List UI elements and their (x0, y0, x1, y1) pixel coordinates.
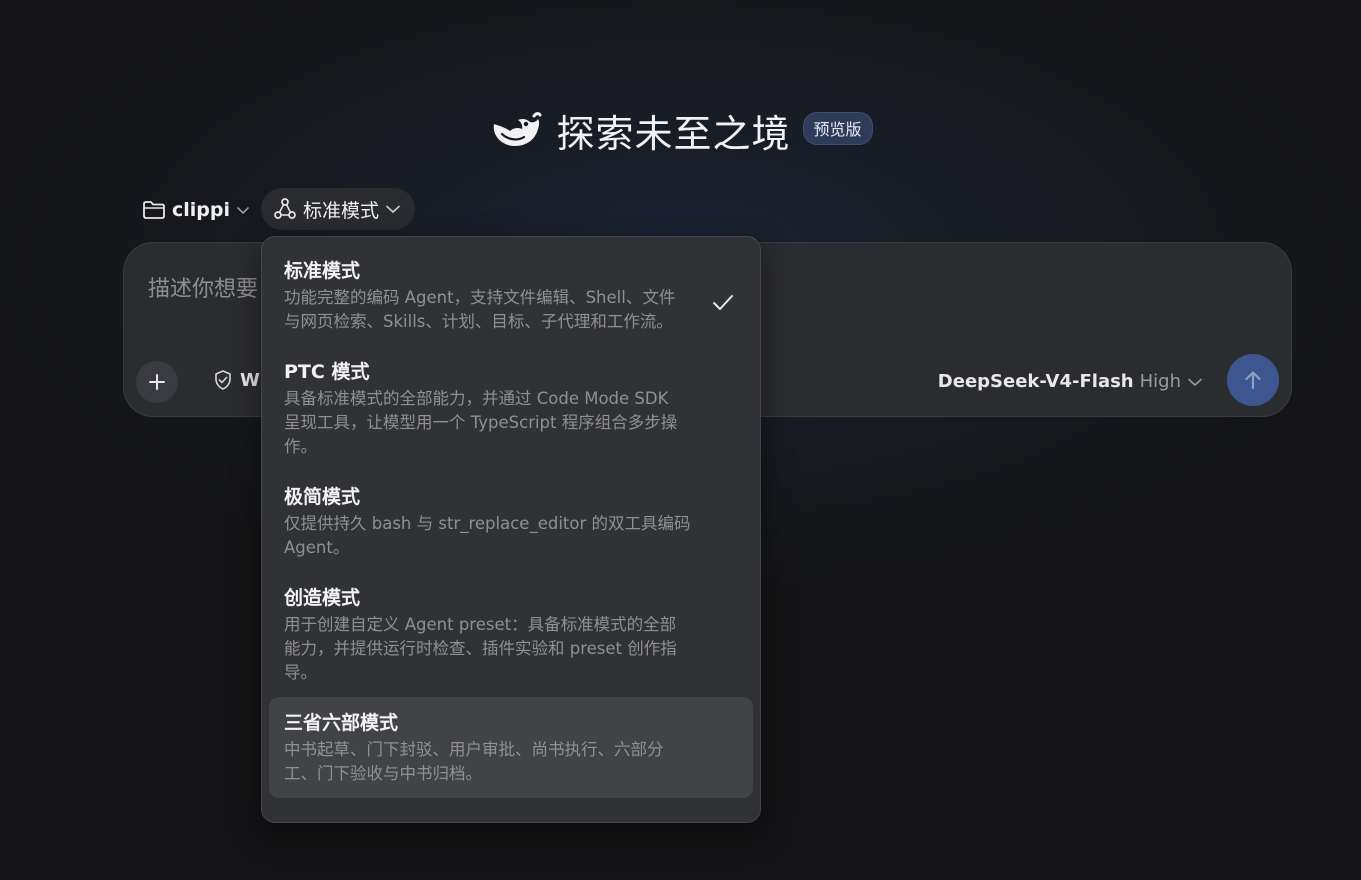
description-line: 工、门下验收与中书归档。 (284, 764, 482, 783)
mode-option-description: 具备标准模式的全部能力，并通过 Code Mode SDK 呈现工具，让模型用一个… (284, 387, 701, 459)
project-selector[interactable]: clippi (134, 192, 258, 228)
hero-title: 探索未至之境 (556, 111, 791, 156)
mode-option[interactable]: PTC 模式具备标准模式的全部能力，并通过 Code Mode SDK 呈现工具，… (269, 346, 753, 471)
mode-option-description: 仅提供持久 bash 与 str_replace_editor 的双工具编码 Ag… (284, 512, 701, 560)
description-line: Agent。 (284, 538, 350, 557)
mode-option-title: 极简模式 (284, 486, 361, 508)
app-window: 探索未至之境 预览版 clippi 标准模式 描述你想要 W DeepSeek-… (0, 0, 1361, 880)
description-line: 呈现工具，让模型用一个 TypeScript 程序组合多步操 (284, 413, 678, 432)
mode-dropdown-menu: 标准模式功能完整的编码 Agent，支持文件编辑、Shell、文件 与网页检索、S… (261, 236, 761, 823)
reasoning-effort: High (1139, 371, 1181, 392)
description-line: 中书起草、门下封驳、用户审批、尚书执行、六部分 (284, 740, 664, 759)
description-line: 与网页检索、Skills、计划、目标、子代理和工作流。 (284, 312, 673, 331)
web-search-label: W (240, 369, 260, 391)
project-label: clippi (172, 199, 231, 221)
web-search-toggle[interactable]: W (212, 369, 260, 391)
mode-option[interactable]: 标准模式功能完整的编码 Agent，支持文件编辑、Shell、文件 与网页检索、S… (269, 245, 753, 346)
mode-option[interactable]: 三省六部模式中书起草、门下封驳、用户审批、尚书执行、六部分 工、门下验收与中书归档… (269, 697, 753, 798)
prompt-input-placeholder[interactable]: 描述你想要 (148, 271, 258, 303)
mode-option[interactable]: 创造模式用于创建自定义 Agent preset：具备标准模式的全部 能力，并提供… (269, 572, 753, 697)
description-line: 能力，并提供运行时检查、插件实验和 preset 创作指 (284, 639, 677, 658)
chevron-down-icon (385, 204, 401, 214)
mode-option-description: 中书起草、门下封驳、用户审批、尚书执行、六部分 工、门下验收与中书归档。 (284, 738, 701, 786)
mode-option-title: 三省六部模式 (284, 712, 399, 734)
send-button[interactable] (1227, 354, 1279, 406)
chevron-down-icon (236, 205, 250, 215)
mode-selector[interactable]: 标准模式 (261, 188, 416, 230)
attach-button[interactable] (136, 361, 178, 403)
description-line: 功能完整的编码 Agent，支持文件编辑、Shell、文件 (284, 288, 676, 307)
preview-badge: 预览版 (802, 111, 873, 145)
model-name: DeepSeek-V4-Flash (937, 371, 1134, 392)
mode-option-title: PTC 模式 (284, 361, 370, 383)
description-line: 作。 (284, 437, 317, 456)
plus-icon (147, 372, 167, 392)
mode-label: 标准模式 (303, 199, 380, 222)
mode-network-icon (273, 197, 297, 221)
arrow-up-icon (1241, 368, 1265, 392)
description-line: 用于创建自定义 Agent preset：具备标准模式的全部 (284, 615, 677, 634)
model-selector[interactable]: DeepSeek-V4-Flash High (938, 371, 1203, 392)
chevron-down-icon (1187, 377, 1203, 387)
mode-option-title: 标准模式 (284, 260, 361, 282)
shield-check-icon (212, 369, 234, 391)
checkmark-icon (711, 293, 735, 317)
whale-logo-icon (488, 108, 542, 152)
folder-icon (142, 199, 166, 221)
description-line: 导。 (284, 663, 317, 682)
hero: 探索未至之境 预览版 (0, 100, 1361, 160)
mode-option[interactable]: 极简模式仅提供持久 bash 与 str_replace_editor 的双工具… (269, 471, 753, 572)
mode-option-description: 功能完整的编码 Agent，支持文件编辑、Shell、文件 与网页检索、Skill… (284, 286, 701, 334)
description-line: 仅提供持久 bash 与 str_replace_editor 的双工具编码 (284, 514, 691, 533)
mode-option-description: 用于创建自定义 Agent preset：具备标准模式的全部 能力，并提供运行时检… (284, 613, 701, 685)
mode-option-title: 创造模式 (284, 587, 361, 609)
description-line: 具备标准模式的全部能力，并通过 Code Mode SDK (284, 389, 669, 408)
